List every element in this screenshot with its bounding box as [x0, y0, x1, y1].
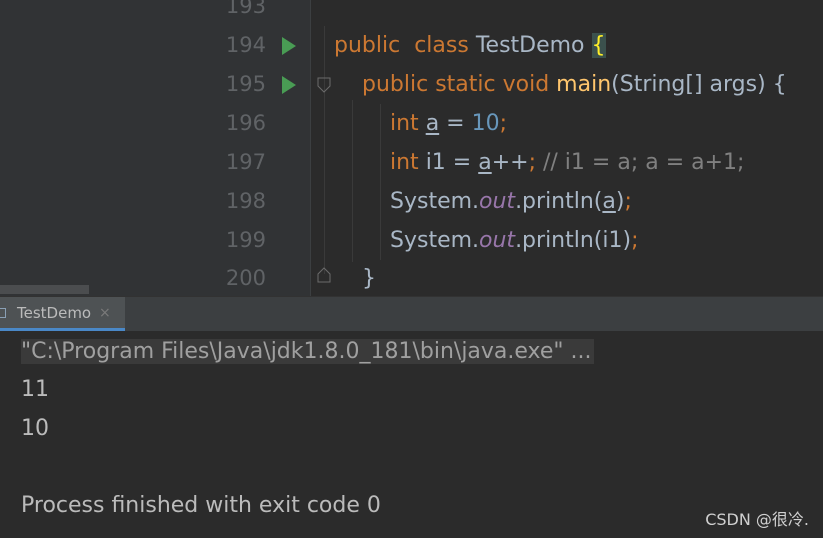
console-line: "C:\Program Files\Java\jdk1.8.0_181\bin\… [21, 333, 594, 371]
class-ref: System. [390, 228, 480, 253]
keyword: void [502, 72, 550, 97]
code-line: 195 public static void main(String[] arg… [0, 65, 823, 104]
code-text: int a = 10; [390, 104, 507, 143]
code-text: public static void main(String[] args) { [362, 65, 787, 104]
line-number: 193 [225, 0, 266, 18]
line-number: 197 [225, 150, 266, 174]
static-field: out [479, 228, 516, 253]
keyword: int [390, 150, 419, 175]
close-icon[interactable]: × [99, 297, 111, 330]
line-number: 194 [225, 33, 266, 57]
keyword: int [390, 111, 419, 136]
static-field: out [479, 189, 516, 214]
semicolon: ; [624, 189, 632, 214]
brace-highlight: { [591, 33, 606, 58]
run-gutter-icon[interactable] [282, 37, 296, 55]
tab-label: TestDemo [17, 304, 92, 322]
closing-brace: } [362, 266, 376, 291]
run-gutter-icon[interactable] [282, 76, 296, 94]
operator: = [439, 111, 472, 136]
method-call: .println(i1) [515, 228, 632, 253]
keyword: class [414, 33, 469, 58]
line-number: 198 [225, 189, 266, 213]
variable: a [602, 189, 616, 214]
code-editor[interactable]: 193 194 public class TestDemo { 195 publ… [0, 0, 823, 296]
java-command-line[interactable]: "C:\Program Files\Java\jdk1.8.0_181\bin\… [21, 339, 594, 364]
code-line: 194 public class TestDemo { [0, 26, 823, 65]
console-output[interactable]: "C:\Program Files\Java\jdk1.8.0_181\bin\… [0, 331, 823, 538]
code-line: 199 System.out.println(i1); [0, 221, 823, 260]
number-literal: 10 [471, 111, 500, 136]
semicolon: ; [499, 111, 508, 136]
line-number: 200 [225, 266, 266, 290]
line-number: 196 [225, 111, 266, 135]
keyword: public [362, 72, 429, 97]
ide-window: 193 194 public class TestDemo { 195 publ… [0, 0, 823, 538]
line-number: 195 [225, 72, 266, 96]
console-icon [0, 308, 6, 318]
class-name: TestDemo [475, 33, 585, 58]
operator: ++ [491, 150, 529, 175]
keyword: public [334, 33, 401, 58]
console-line: 10 [21, 416, 49, 441]
code-text: System.out.println(a); [390, 182, 632, 221]
fold-marker-icon[interactable] [317, 267, 331, 283]
code-text: System.out.println(i1); [390, 221, 639, 260]
comment: // i1 = a; a = a+1; [536, 150, 745, 175]
run-tool-window-header: TestDemo × [0, 296, 823, 331]
console-line: 11 [21, 377, 49, 402]
code-text: public class TestDemo { [334, 26, 606, 65]
class-ref: System. [390, 189, 480, 214]
declaration: i1 = [425, 150, 479, 175]
exit-message: Process finished with exit code 0 [21, 493, 381, 518]
method-params: (String[] args) { [611, 72, 787, 97]
code-line: 196 int a = 10; [0, 104, 823, 143]
line-number: 199 [225, 228, 266, 252]
keyword: static [435, 72, 496, 97]
fold-marker-icon[interactable] [317, 77, 331, 93]
tab-testdemo[interactable]: TestDemo × [0, 297, 125, 331]
code-line: 198 System.out.println(a); [0, 182, 823, 221]
watermark: CSDN @很冷. [705, 510, 809, 529]
code-line: 200 } [0, 259, 823, 296]
code-line: 197 int i1 = a++; // i1 = a; a = a+1; [0, 143, 823, 182]
variable: a [425, 111, 440, 136]
method-name: main [556, 72, 612, 97]
code-text: } [362, 259, 376, 296]
semicolon: ; [528, 150, 536, 175]
variable: a [478, 150, 492, 175]
semicolon: ; [631, 228, 639, 253]
code-text: int i1 = a++; // i1 = a; a = a+1; [390, 143, 744, 182]
method-call: .println( [515, 189, 603, 214]
code-line: 193 [0, 0, 823, 26]
